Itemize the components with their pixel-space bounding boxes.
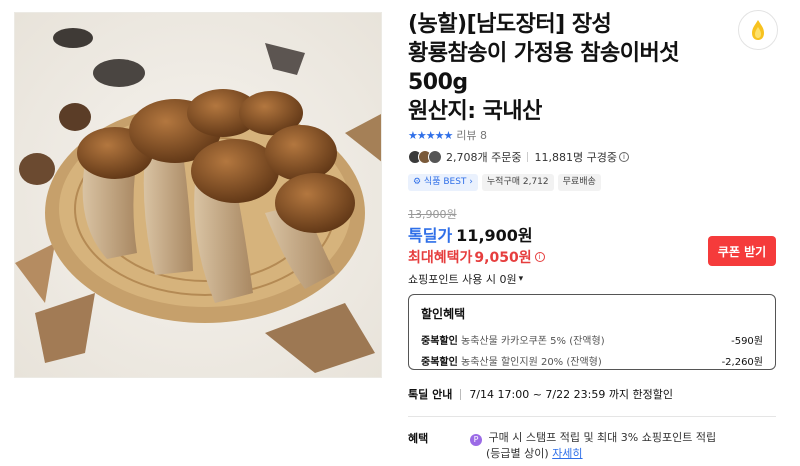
stats-row: 2,708개 주문중 11,881명 구경중 i xyxy=(408,148,629,166)
flame-button[interactable] xyxy=(738,10,778,50)
cumulative-badge: 누적구매 2,712 xyxy=(481,174,554,191)
chevron-down-icon: ▾ xyxy=(518,274,524,284)
info-icon[interactable]: i xyxy=(534,252,545,262)
benefit-label: 혜택 xyxy=(408,432,429,445)
benefit-text: 구매 시 스탬프 적립 및 최대 3% 쇼핑포인트 적립 xyxy=(488,431,717,444)
deal-period: 7/14 17:00 ~ 7/22 23:59 까지 한정할인 xyxy=(469,388,674,401)
discount-box: 할인혜택 중복할인 농축산물 카카오쿠폰 5% (잔액형) -590원 중복할인… xyxy=(408,294,776,370)
benefit-note: (등급별 상이) xyxy=(486,447,549,460)
avatar xyxy=(428,150,442,164)
deal-info-label: 톡딜 안내 xyxy=(408,388,453,401)
max-benefit-label: 최대혜택가 xyxy=(408,250,473,266)
discount-desc: 농축산물 할인지원 20% (잔액형) xyxy=(461,357,602,368)
deal-info-row: 톡딜 안내 7/14 17:00 ~ 7/22 23:59 까지 한정할인 xyxy=(408,386,673,402)
divider xyxy=(527,152,529,162)
discount-desc: 농축산물 카카오쿠폰 5% (잔액형) xyxy=(461,336,605,347)
coupon-button[interactable]: 쿠폰 받기 xyxy=(708,236,776,266)
points-dropdown[interactable]: 쇼핑포인트 사용 시 0원 ▾ xyxy=(408,271,523,287)
discount-type: 중복할인 xyxy=(421,357,458,368)
divider xyxy=(460,388,462,400)
rating-row: ★★★★★ 리뷰 8 xyxy=(408,126,487,144)
point-icon: P xyxy=(470,434,482,446)
title-line: 황룡참송이 가정용 참송이버섯 xyxy=(408,41,679,66)
discount-amount: -2,260원 xyxy=(721,357,763,368)
buyer-avatars xyxy=(408,150,442,164)
flame-icon xyxy=(752,20,764,40)
max-benefit-price: 9,050원 xyxy=(474,250,532,266)
mushroom-photo xyxy=(15,13,381,377)
discount-line: 중복할인 농축산물 할인지원 20% (잔액형) -2,260원 xyxy=(421,353,763,368)
product-title: (농할)[남도장터] 장성 황룡참송이 가정용 참송이버섯 500g 원산지: … xyxy=(408,10,738,126)
deal-label: 톡딜가 xyxy=(408,226,453,245)
title-line: 500g xyxy=(408,70,468,95)
points-label: 쇼핑포인트 사용 시 0원 xyxy=(408,273,517,286)
discount-type: 중복할인 xyxy=(421,336,458,347)
product-image xyxy=(14,12,382,378)
max-benefit-row: 최대혜택가 9,050원 i xyxy=(408,247,545,267)
discount-title: 할인혜택 xyxy=(421,307,466,321)
title-line: (농할)[남도장터] 장성 xyxy=(408,12,612,37)
product-origin: 원산지: 국내산 xyxy=(408,99,542,124)
details-link[interactable]: 자세히 xyxy=(552,447,582,460)
watching-count: 11,881명 구경중 xyxy=(534,151,617,164)
divider xyxy=(408,416,776,417)
food-best-badge[interactable]: ⚙ 식품 BEST › xyxy=(408,174,478,191)
info-icon[interactable]: i xyxy=(618,152,629,162)
deal-price-row: 톡딜가 11,900원 xyxy=(408,222,533,246)
benefit-text-block: P 구매 시 스탬프 적립 및 최대 3% 쇼핑포인트 적립 (등급별 상이) … xyxy=(470,430,790,462)
review-link[interactable]: 리뷰 8 xyxy=(456,127,487,143)
deal-price: 11,900원 xyxy=(456,226,533,245)
order-count: 2,708개 주문중 xyxy=(446,151,522,164)
badges-row: ⚙ 식품 BEST › 누적구매 2,712 무료배송 xyxy=(408,174,601,191)
original-price: 13,900원 xyxy=(408,208,457,221)
star-rating: ★★★★★ xyxy=(408,128,453,142)
discount-line: 중복할인 농축산물 카카오쿠폰 5% (잔액형) -590원 xyxy=(421,332,763,347)
discount-amount: -590원 xyxy=(731,336,763,347)
free-shipping-badge: 무료배송 xyxy=(557,174,601,191)
